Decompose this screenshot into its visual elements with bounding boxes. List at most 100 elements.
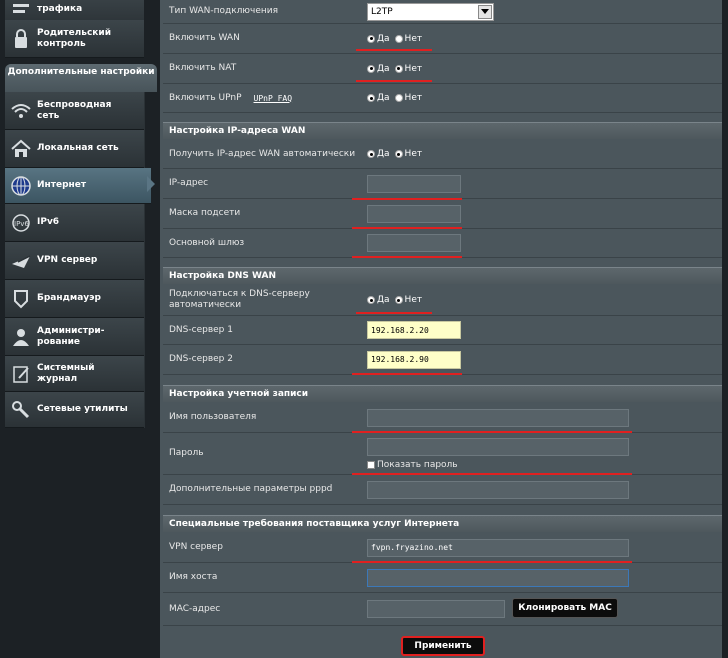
enable-wan-row: Включить WAN Да Нет	[163, 24, 722, 54]
dns-auto-no-radio[interactable]: Нет	[394, 295, 422, 305]
parental-lock-icon	[5, 28, 37, 50]
enable-wan-no-radio[interactable]: Нет	[394, 34, 422, 44]
sidebar-item-internet[interactable]: Интернет	[5, 168, 151, 204]
globe-icon	[5, 175, 37, 197]
sidebar-item-label: IPv6	[37, 217, 60, 227]
dns2-input[interactable]: 192.168.2.90	[367, 350, 461, 369]
dns-auto-row: Подключаться к DNS-серверу автоматически…	[163, 285, 722, 316]
sidebar-item-label: VPN сервер	[37, 255, 98, 265]
enable-upnp-yes-radio[interactable]: Да	[367, 93, 390, 103]
sidebar-item-system-log[interactable]: Системный журнал	[5, 356, 144, 392]
main-panel: Тип WAN-подключения L2TP Включить WAN Да…	[160, 0, 722, 658]
enable-wan-yes-radio[interactable]: Да	[367, 34, 390, 44]
hostname-label: Имя хоста	[163, 563, 361, 593]
highlight-underline	[356, 312, 432, 314]
ipv6-icon: IPv6	[5, 213, 37, 233]
username-input[interactable]	[367, 408, 629, 427]
enable-upnp-label: Включить UPnP	[169, 92, 242, 103]
home-icon	[5, 139, 37, 159]
wan-type-label: Тип WAN-подключения	[163, 0, 361, 24]
pppd-label: Дополнительные параметры pppd	[163, 475, 361, 505]
mac-row: MAC-адрес	[163, 593, 722, 626]
traffic-icon	[5, 2, 37, 18]
active-indicator-arrow	[147, 176, 155, 192]
show-password-checkbox[interactable]	[367, 460, 375, 469]
wan-ip-auto-no-radio[interactable]: Нет	[394, 149, 422, 159]
ip-address-row: IP-адрес	[163, 169, 722, 199]
sidebar-item-label: Сетевые утилиты	[37, 404, 128, 414]
mac-input[interactable]	[367, 600, 505, 618]
sidebar-item-label: Администри- рование	[37, 325, 105, 347]
enable-nat-row: Включить NAT Да Нет	[163, 54, 722, 84]
enable-nat-label: Включить NAT	[163, 54, 361, 84]
highlight-underline	[356, 49, 432, 51]
password-input[interactable]	[367, 437, 629, 456]
hostname-input[interactable]	[367, 568, 629, 587]
highlight-underline	[352, 561, 632, 563]
apply-button[interactable]: Применить	[401, 636, 485, 656]
clone-mac-button[interactable]: Клонировать MAC	[512, 598, 618, 618]
password-label: Пароль	[163, 433, 361, 475]
isp-section-title: Специальные требования поставщика услуг …	[163, 515, 722, 532]
sidebar-item-label: Беспроводная сеть	[37, 99, 112, 121]
ip-address-input[interactable]	[367, 174, 461, 193]
ip-address-label: IP-адрес	[163, 169, 361, 199]
sidebar-item-label: Системный журнал	[37, 362, 95, 384]
wan-ip-auto-row: Получить IP-адрес WAN автоматически Да Н…	[163, 140, 722, 169]
wifi-icon	[5, 102, 37, 120]
dns2-row: DNS-сервер 2 192.168.2.90	[163, 345, 722, 375]
pppd-row: Дополнительные параметры pppd	[163, 475, 722, 505]
gateway-label: Основной шлюз	[163, 229, 361, 258]
wan-type-row: Тип WAN-подключения L2TP	[163, 0, 722, 24]
highlight-underline	[352, 473, 632, 475]
sidebar-item-vpn-server[interactable]: VPN сервер	[5, 242, 144, 280]
highlight-underline	[352, 431, 632, 433]
sidebar-item-wireless[interactable]: Беспроводная сеть	[5, 92, 144, 130]
log-icon	[5, 364, 37, 384]
wan-type-select[interactable]: L2TP	[367, 2, 494, 21]
dns1-input[interactable]: 192.168.2.20	[367, 321, 461, 339]
shield-icon	[5, 289, 37, 309]
subnet-mask-row: Маска подсети	[163, 199, 722, 229]
sidebar-item-label: Брандмауэр	[37, 293, 101, 303]
vpn-server-label: VPN сервер	[163, 533, 361, 563]
enable-nat-no-radio[interactable]: Нет	[394, 64, 422, 74]
sidebar-item-label: Интернет	[37, 180, 87, 190]
sidebar: трафика Родительский контроль Дополнител…	[0, 0, 157, 658]
enable-upnp-no-radio[interactable]: Нет	[394, 93, 422, 103]
svg-text:IPv6: IPv6	[14, 220, 29, 228]
admin-user-icon	[5, 327, 37, 347]
highlight-underline	[352, 198, 462, 200]
wan-ip-auto-label: Получить IP-адрес WAN автоматически	[163, 140, 361, 169]
advanced-settings-header: Дополнительные настройки	[5, 64, 157, 92]
upnp-faq-link[interactable]: UPnP FAQ	[254, 93, 293, 104]
sidebar-item-label: Локальная сеть	[37, 143, 119, 153]
sidebar-item-network-tools[interactable]: Сетевые утилиты	[5, 392, 144, 428]
sidebar-item-firewall[interactable]: Брандмауэр	[5, 280, 144, 318]
enable-wan-label: Включить WAN	[163, 24, 361, 54]
password-row: Пароль Показать пароль	[163, 433, 722, 475]
sidebar-item-administration[interactable]: Администри- рование	[5, 318, 144, 356]
subnet-mask-input[interactable]	[367, 204, 461, 223]
highlight-underline	[352, 373, 462, 375]
dns1-row: DNS-сервер 1 192.168.2.20	[163, 316, 722, 345]
sidebar-item-parental-control[interactable]: Родительский контроль	[5, 20, 144, 58]
enable-nat-yes-radio[interactable]: Да	[367, 64, 390, 74]
wan-ip-auto-yes-radio[interactable]: Да	[367, 149, 390, 159]
gateway-input[interactable]	[367, 234, 461, 252]
username-label: Имя пользователя	[163, 403, 361, 433]
dns-auto-yes-radio[interactable]: Да	[367, 295, 390, 305]
tools-icon	[5, 400, 37, 420]
sidebar-item-ipv6[interactable]: IPv6 IPv6	[5, 204, 144, 242]
username-row: Имя пользователя	[163, 403, 722, 433]
mac-label: MAC-адрес	[163, 593, 361, 626]
vpn-server-row: VPN сервер fvpn.fryazino.net	[163, 533, 722, 563]
pppd-input[interactable]	[367, 480, 629, 499]
chevron-down-icon	[478, 4, 492, 19]
enable-upnp-row: Включить UPnP UPnP FAQ Да Нет	[163, 84, 722, 113]
vpn-server-input[interactable]: fvpn.fryazino.net	[367, 538, 629, 557]
sidebar-item-lan[interactable]: Локальная сеть	[5, 130, 144, 168]
subnet-mask-label: Маска подсети	[163, 199, 361, 229]
dns2-label: DNS-сервер 2	[163, 345, 361, 375]
show-password-toggle[interactable]: Показать пароль	[367, 460, 458, 470]
